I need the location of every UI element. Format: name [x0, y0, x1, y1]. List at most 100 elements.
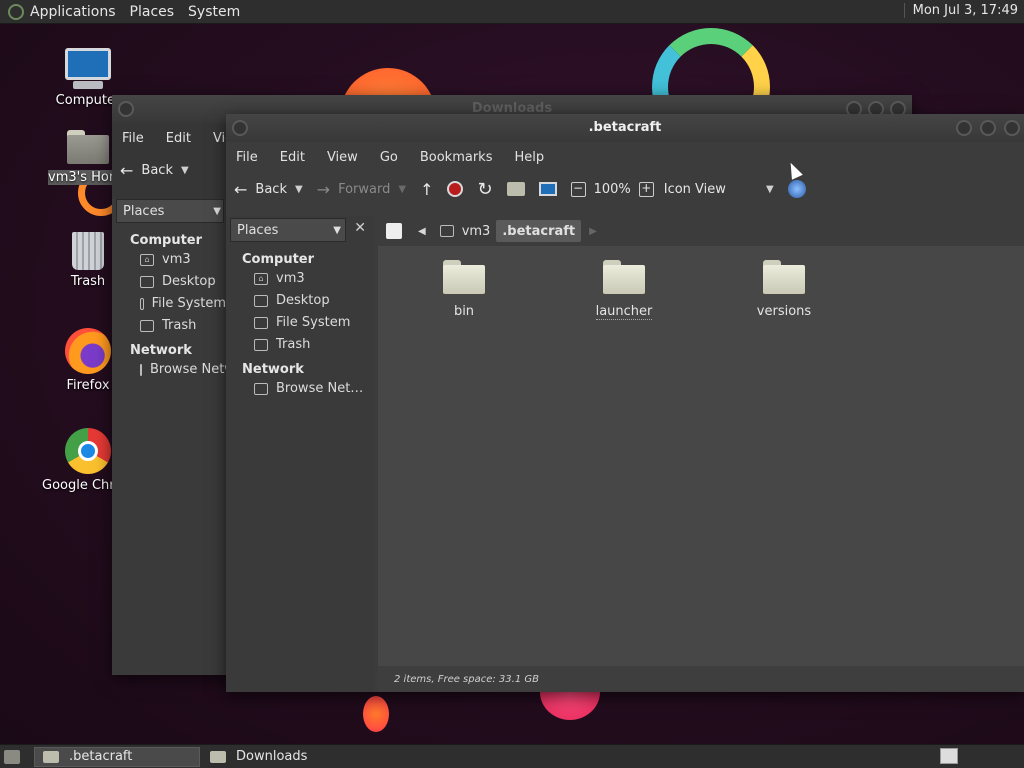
path-back-icon[interactable]: ◀ [418, 226, 426, 237]
desktop-icon [254, 294, 268, 307]
folder-item-launcher[interactable]: launcher [574, 260, 674, 320]
show-desktop-icon[interactable] [4, 749, 20, 764]
forward-arrow-icon: → [316, 179, 331, 199]
back-arrow-icon: ← [120, 160, 134, 180]
sidebar-item-label: vm3 [276, 271, 305, 286]
folder-item-versions[interactable]: versions [734, 260, 834, 319]
sidebar-item-label: Trash [162, 318, 197, 333]
sidebar-item-filesystem[interactable]: File System [140, 296, 226, 311]
drive-icon [140, 297, 144, 310]
window-menu-icon[interactable] [232, 120, 248, 136]
view-mode-dropdown[interactable]: Icon View ▼ [664, 182, 774, 197]
menu-edit[interactable]: Edit [166, 131, 191, 146]
reload-button[interactable]: ↻ [477, 179, 492, 200]
zoom-in-icon[interactable]: + [638, 181, 654, 197]
back-label: Back [141, 162, 173, 178]
sidebar-item-trash[interactable]: Trash [140, 318, 226, 333]
home-button[interactable] [506, 182, 525, 196]
status-text: 2 items, Free space: 33.1 GB [394, 673, 539, 685]
menu-edit[interactable]: Edit [280, 150, 305, 165]
places-dropdown[interactable]: Places ▼ [116, 199, 224, 223]
file-name: bin [453, 304, 475, 319]
breadcrumb-label: .betacraft [502, 223, 576, 239]
stop-button[interactable] [447, 181, 464, 197]
betacraft-window[interactable]: .betacraft File Edit View Go Bookmarks H… [226, 114, 1024, 692]
task-betacraft[interactable]: .betacraft [34, 746, 200, 767]
system-menu[interactable]: System [188, 4, 240, 20]
chevron-down-icon[interactable]: ▼ [181, 165, 189, 176]
menu-file[interactable]: File [236, 150, 258, 165]
forward-label: Forward [338, 181, 391, 197]
task-label: Downloads [236, 749, 308, 764]
task-downloads[interactable]: Downloads [202, 747, 315, 767]
trash-icon [72, 232, 104, 270]
network-icon [254, 382, 268, 395]
sidebar-item-label: File System [151, 296, 226, 311]
edit-location-icon[interactable] [386, 223, 402, 239]
file-name: launcher [595, 304, 653, 320]
breadcrumb-label: vm3 [461, 223, 491, 239]
menu-bookmarks[interactable]: Bookmarks [420, 150, 493, 165]
zoom-level: 100% [593, 181, 631, 197]
folder-item-bin[interactable]: bin [414, 260, 514, 319]
computer-icon [538, 182, 557, 196]
window-menu-icon[interactable] [118, 101, 134, 117]
sidebar-item-label: Desktop [276, 293, 330, 308]
computer-stand-icon [73, 81, 103, 89]
sidebar-item-filesystem[interactable]: File System [254, 315, 374, 330]
breadcrumb-vm3[interactable]: vm3 [434, 220, 497, 242]
folder-icon [43, 750, 59, 763]
sidebar-item-browse-network[interactable]: Browse Network [140, 362, 256, 377]
path-forward-icon[interactable]: ▶ [589, 226, 597, 237]
places-dropdown[interactable]: Places ▼ [230, 218, 346, 242]
distro-logo-icon[interactable] [8, 3, 24, 20]
places-menu[interactable]: Places [130, 4, 175, 20]
betacraft-titlebar[interactable]: .betacraft [226, 114, 1024, 142]
sidebar-item-label: vm3 [162, 252, 191, 267]
close-icon[interactable] [1004, 120, 1020, 136]
workspace-switcher-icon[interactable] [940, 748, 958, 764]
maximize-icon[interactable] [980, 120, 996, 136]
sidebar-item-desktop[interactable]: Desktop [254, 293, 374, 308]
zoom-control: − 100% + [570, 181, 654, 197]
sidebar-header-computer: Computer [130, 233, 203, 248]
search-button[interactable] [787, 180, 806, 198]
menu-view[interactable]: View [327, 150, 358, 165]
computer-icon [65, 48, 111, 80]
orange-drop-decoration [363, 696, 389, 732]
sidebar-item-trash[interactable]: Trash [254, 337, 374, 352]
back-button[interactable]: ← Back ▼ [120, 161, 189, 180]
chevron-down-icon[interactable]: ▼ [398, 184, 406, 195]
menu-help[interactable]: Help [514, 150, 544, 165]
menubar: File Edit View Go Bookmarks Help [226, 144, 1024, 170]
home-icon [439, 225, 454, 237]
applications-menu[interactable]: Applications [30, 4, 116, 20]
computer-button[interactable] [538, 182, 557, 196]
menu-file[interactable]: File [122, 131, 144, 146]
menu-go[interactable]: Go [380, 150, 398, 165]
zoom-out-icon[interactable]: − [570, 181, 586, 197]
breadcrumb-betacraft[interactable]: .betacraft [496, 220, 582, 242]
minimize-icon[interactable] [956, 120, 972, 136]
sidebar: Places ▼ Computer ⌂ vm3 Desktop File Syst… [112, 199, 256, 675]
window-title: .betacraft [588, 120, 662, 135]
chevron-down-icon[interactable]: ▼ [295, 184, 303, 195]
forward-button[interactable]: → Forward ▼ [317, 180, 406, 199]
clock[interactable]: Mon Jul 3, 17:49 [903, 3, 1018, 18]
sidebar-item-browse-network[interactable]: Browse Net… [254, 381, 374, 396]
sidebar-item-desktop[interactable]: Desktop [140, 274, 226, 289]
folder-icon [210, 750, 226, 763]
toolbar: ← Back ▼ → Forward ▼ ↑ ↻ − 100% + Icon V… [226, 170, 1024, 208]
back-button[interactable]: ← Back ▼ [234, 180, 303, 199]
taskbar: .betacraft Downloads [0, 744, 1024, 768]
sidebar-item-vm3[interactable]: ⌂ vm3 [140, 252, 226, 267]
back-label: Back [255, 181, 287, 197]
file-name: versions [756, 304, 812, 319]
back-arrow-icon: ← [234, 179, 248, 199]
network-icon [140, 363, 142, 376]
trash-icon [254, 338, 268, 351]
up-button[interactable]: ↑ [420, 180, 433, 199]
close-sidebar-icon[interactable]: ✕ [354, 220, 366, 236]
sidebar-item-vm3[interactable]: ⌂ vm3 [254, 271, 374, 286]
file-view[interactable]: bin launcher versions [378, 246, 1024, 666]
